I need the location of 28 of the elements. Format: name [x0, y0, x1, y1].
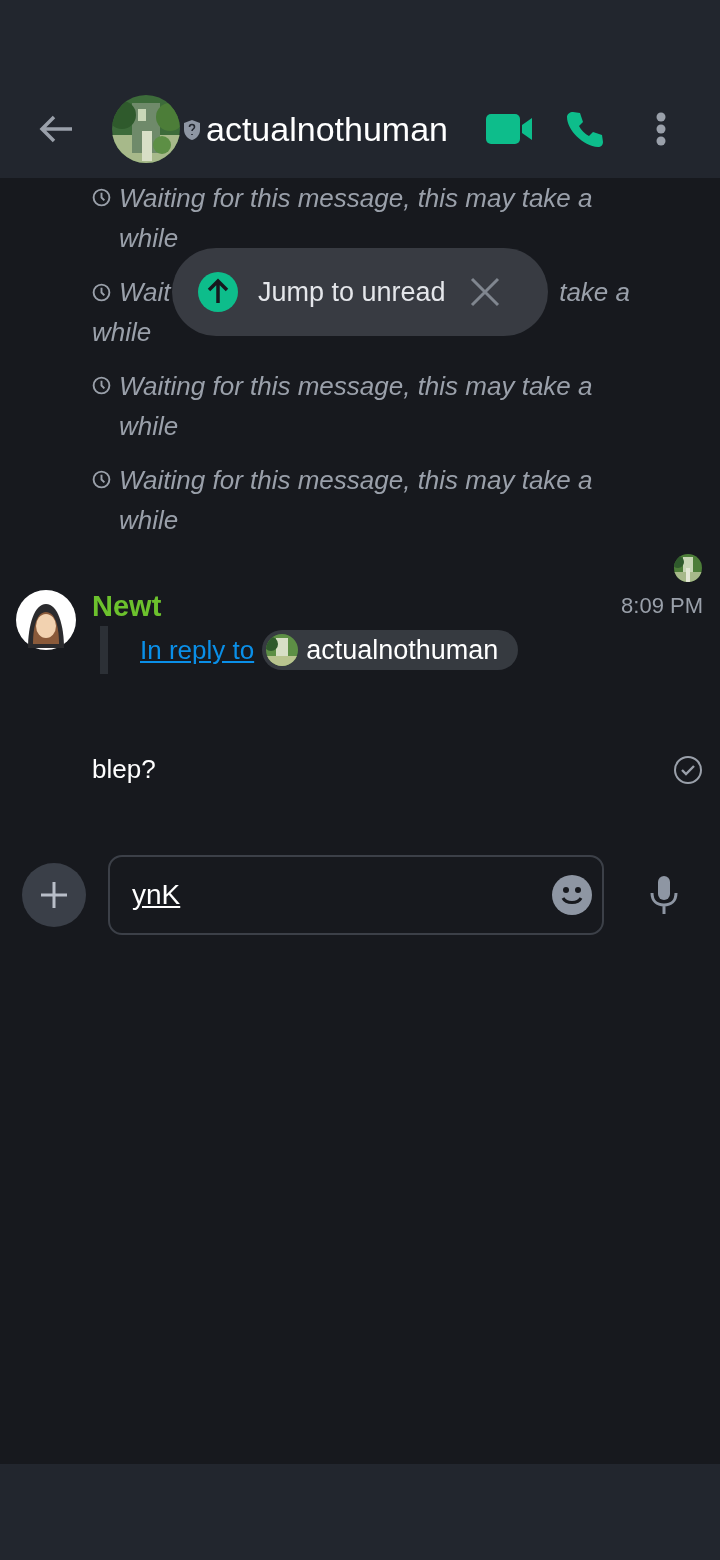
chat-title: actualnothuman	[206, 109, 448, 149]
reply-link[interactable]: In reply to	[140, 634, 255, 666]
arrow-up-icon	[198, 272, 238, 312]
user-pill[interactable]: actualnothuman	[262, 630, 519, 670]
sender-name[interactable]: Newt	[92, 589, 162, 623]
pending-message-fragment: take a	[559, 276, 630, 309]
clock-icon	[92, 470, 111, 489]
pending-message: Waiting for this message, this may take a while	[119, 370, 594, 443]
pending-message-fragment: while	[92, 316, 152, 349]
clock-icon	[92, 282, 111, 302]
microphone-icon[interactable]	[649, 875, 679, 915]
video-call-icon[interactable]	[485, 113, 534, 145]
message-time: 8:09 PM	[621, 593, 703, 619]
emoji-icon[interactable]	[552, 875, 592, 915]
message-field[interactable]: ynK	[108, 855, 604, 935]
back-icon[interactable]	[38, 114, 74, 144]
plus-icon	[39, 880, 69, 910]
toast-label: Jump to unread	[258, 276, 446, 308]
user-avatar[interactable]	[16, 590, 76, 650]
close-icon[interactable]	[469, 277, 500, 307]
clock-icon	[92, 188, 111, 207]
clock-icon	[92, 376, 111, 395]
pending-message: Waiting for this message, this may take a while	[119, 464, 594, 537]
shield-icon	[182, 119, 202, 141]
message-text: blep?	[92, 754, 156, 785]
pending-message-fragment: Wait	[119, 276, 171, 309]
jump-to-unread-toast[interactable]: Jump to unread	[172, 248, 548, 336]
more-icon[interactable]	[655, 112, 666, 146]
